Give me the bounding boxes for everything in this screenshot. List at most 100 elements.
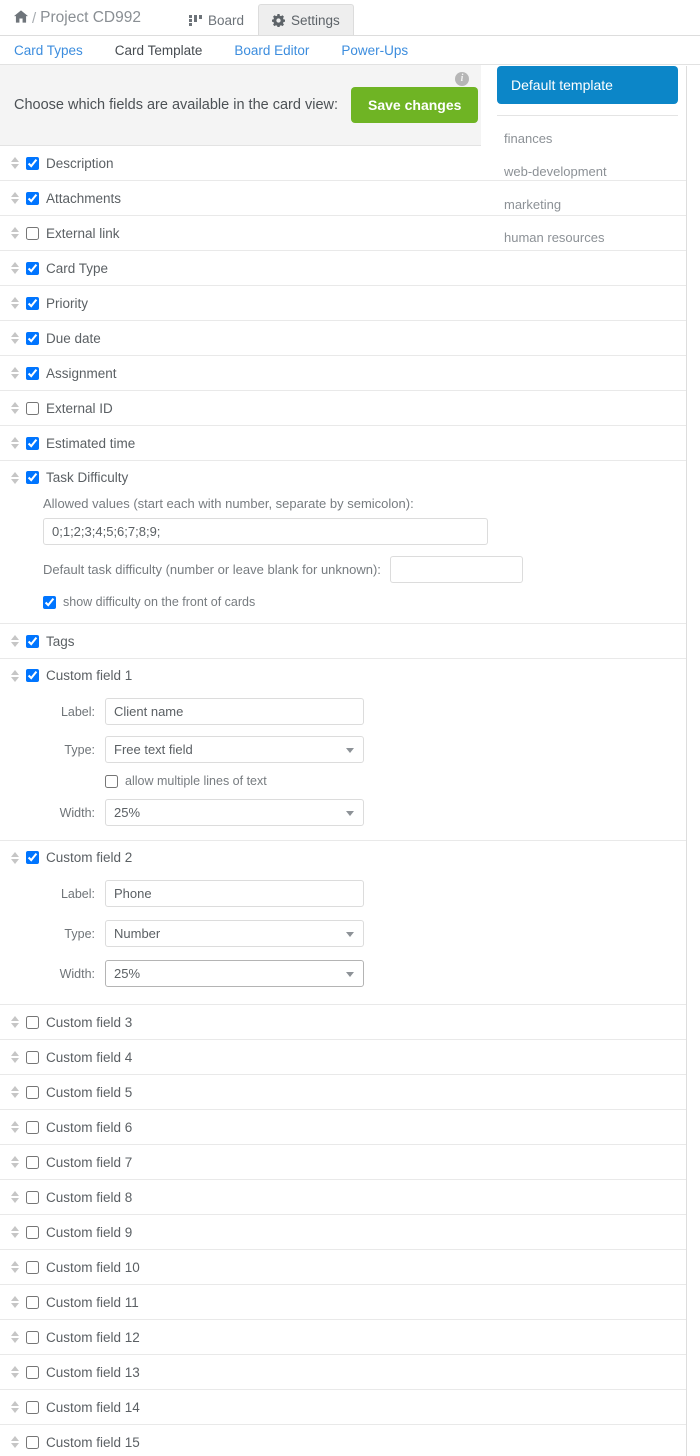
subnav-card-types[interactable]: Card Types xyxy=(14,43,101,58)
checkbox-external-id[interactable] xyxy=(26,401,39,415)
checkbox-card-type[interactable] xyxy=(26,261,39,275)
checkbox-custom-field-12[interactable] xyxy=(26,1330,39,1344)
tab-settings[interactable]: Settings xyxy=(258,4,354,35)
field-label: Custom field 14 xyxy=(46,1399,140,1415)
field-row-custom-field-11: Custom field 11 xyxy=(0,1285,686,1320)
sort-handle-icon[interactable] xyxy=(10,1366,19,1378)
breadcrumb-project[interactable]: Project CD992 xyxy=(40,9,141,27)
checkbox-description[interactable] xyxy=(26,156,39,170)
sort-handle-icon[interactable] xyxy=(10,635,19,647)
checkbox-custom-field-3[interactable] xyxy=(26,1015,39,1029)
field-label: Estimated time xyxy=(46,435,136,451)
checkbox-allow-multiline[interactable] xyxy=(105,774,118,788)
subnav-power-ups[interactable]: Power-Ups xyxy=(341,43,426,58)
width-caption: Width: xyxy=(59,966,95,981)
subnav-board-editor[interactable]: Board Editor xyxy=(234,43,327,58)
sort-handle-icon[interactable] xyxy=(10,1016,19,1028)
sort-handle-icon[interactable] xyxy=(10,332,19,344)
info-icon[interactable]: i xyxy=(455,72,469,86)
sort-handle-icon[interactable] xyxy=(10,669,19,682)
sort-handle-icon[interactable] xyxy=(10,851,19,864)
sort-handle-icon[interactable] xyxy=(10,1156,19,1168)
sort-handle-icon[interactable] xyxy=(10,1086,19,1098)
sort-handle-icon[interactable] xyxy=(10,1401,19,1413)
custom-field-1-type-value: Free text field xyxy=(114,742,193,757)
allowed-values-input[interactable] xyxy=(43,518,488,545)
custom-field-1-type-select[interactable]: Free text field xyxy=(105,736,364,763)
default-difficulty-input[interactable] xyxy=(389,556,523,583)
chevron-down-icon xyxy=(346,810,354,816)
tab-board[interactable]: Board xyxy=(175,4,258,35)
sort-handle-icon[interactable] xyxy=(10,262,19,274)
sort-handle-icon[interactable] xyxy=(10,1436,19,1448)
field-label: Custom field 3 xyxy=(46,1014,133,1030)
custom-field-1-width-select[interactable]: 25% xyxy=(105,799,364,826)
checkbox-custom-field-13[interactable] xyxy=(26,1365,39,1379)
field-row-tags: Tags xyxy=(0,624,686,659)
page-title: Choose which fields are available in the… xyxy=(14,97,339,113)
save-changes-button[interactable]: Save changes xyxy=(351,87,479,123)
sort-handle-icon[interactable] xyxy=(10,297,19,309)
sort-handle-icon[interactable] xyxy=(10,1261,19,1273)
sort-handle-icon[interactable] xyxy=(10,1191,19,1203)
checkbox-custom-field-11[interactable] xyxy=(26,1295,39,1309)
field-label: Custom field 13 xyxy=(46,1364,140,1380)
sort-handle-icon[interactable] xyxy=(10,367,19,379)
checkbox-custom-field-8[interactable] xyxy=(26,1190,39,1204)
template-item-marketing[interactable]: marketing xyxy=(497,188,686,221)
checkbox-attachments[interactable] xyxy=(26,191,39,205)
checkbox-custom-field-9[interactable] xyxy=(26,1225,39,1239)
sort-handle-icon[interactable] xyxy=(10,1121,19,1133)
checkbox-external-link[interactable] xyxy=(26,226,39,240)
checkbox-due-date[interactable] xyxy=(26,331,39,345)
checkbox-estimated-time[interactable] xyxy=(26,436,39,450)
field-label: Custom field 6 xyxy=(46,1119,133,1135)
checkbox-custom-field-1[interactable] xyxy=(26,669,39,682)
sort-handle-icon[interactable] xyxy=(10,1331,19,1343)
checkbox-custom-field-7[interactable] xyxy=(26,1155,39,1169)
custom-field-1-label-input[interactable] xyxy=(105,698,364,725)
checkbox-custom-field-14[interactable] xyxy=(26,1400,39,1414)
home-icon[interactable] xyxy=(14,10,28,26)
field-label: Tags xyxy=(46,633,75,649)
checkbox-priority[interactable] xyxy=(26,296,39,310)
template-item-finances[interactable]: finances xyxy=(497,122,686,155)
sort-handle-icon[interactable] xyxy=(10,157,19,169)
checkbox-custom-field-10[interactable] xyxy=(26,1260,39,1274)
sort-handle-icon[interactable] xyxy=(10,192,19,204)
field-row-custom-field-4: Custom field 4 xyxy=(0,1040,686,1075)
checkbox-show-difficulty-front[interactable] xyxy=(43,595,56,609)
sort-handle-icon[interactable] xyxy=(10,1051,19,1063)
template-item-human-resources[interactable]: human resources xyxy=(497,221,686,254)
field-label: Assignment xyxy=(46,365,117,381)
sort-handle-icon[interactable] xyxy=(10,437,19,449)
custom-field-2-label-input[interactable] xyxy=(105,880,364,907)
multiline-label: allow multiple lines of text xyxy=(125,774,267,788)
subnav-card-template[interactable]: Card Template xyxy=(115,43,221,58)
panel-divider xyxy=(686,66,687,1456)
field-row-custom-field-13: Custom field 13 xyxy=(0,1355,686,1390)
checkbox-task-difficulty[interactable] xyxy=(26,471,39,484)
sort-handle-icon[interactable] xyxy=(10,1226,19,1238)
sort-handle-icon[interactable] xyxy=(10,471,19,484)
template-item-web-development[interactable]: web-development xyxy=(497,155,686,188)
sort-handle-icon[interactable] xyxy=(10,227,19,239)
checkbox-tags[interactable] xyxy=(26,634,39,648)
checkbox-custom-field-15[interactable] xyxy=(26,1435,39,1449)
checkbox-custom-field-5[interactable] xyxy=(26,1085,39,1099)
chevron-down-icon xyxy=(346,971,354,977)
checkbox-custom-field-6[interactable] xyxy=(26,1120,39,1134)
sort-handle-icon[interactable] xyxy=(10,1296,19,1308)
sort-handle-icon[interactable] xyxy=(10,402,19,414)
custom-field-2-type-select[interactable]: Number xyxy=(105,920,364,947)
checkbox-custom-field-4[interactable] xyxy=(26,1050,39,1064)
field-label: Task Difficulty xyxy=(46,470,129,485)
field-label: Attachments xyxy=(46,190,122,206)
field-row-custom-field-1: Custom field 1 Label: Type: Free text fi xyxy=(0,659,686,841)
checkbox-custom-field-2[interactable] xyxy=(26,851,39,864)
checkbox-assignment[interactable] xyxy=(26,366,39,380)
field-row-due-date: Due date xyxy=(0,321,686,356)
custom-field-2-width-select[interactable]: 25% xyxy=(105,960,364,987)
default-template-button[interactable]: Default template xyxy=(497,66,678,104)
page-body: Choose which fields are available in the… xyxy=(0,65,700,1455)
